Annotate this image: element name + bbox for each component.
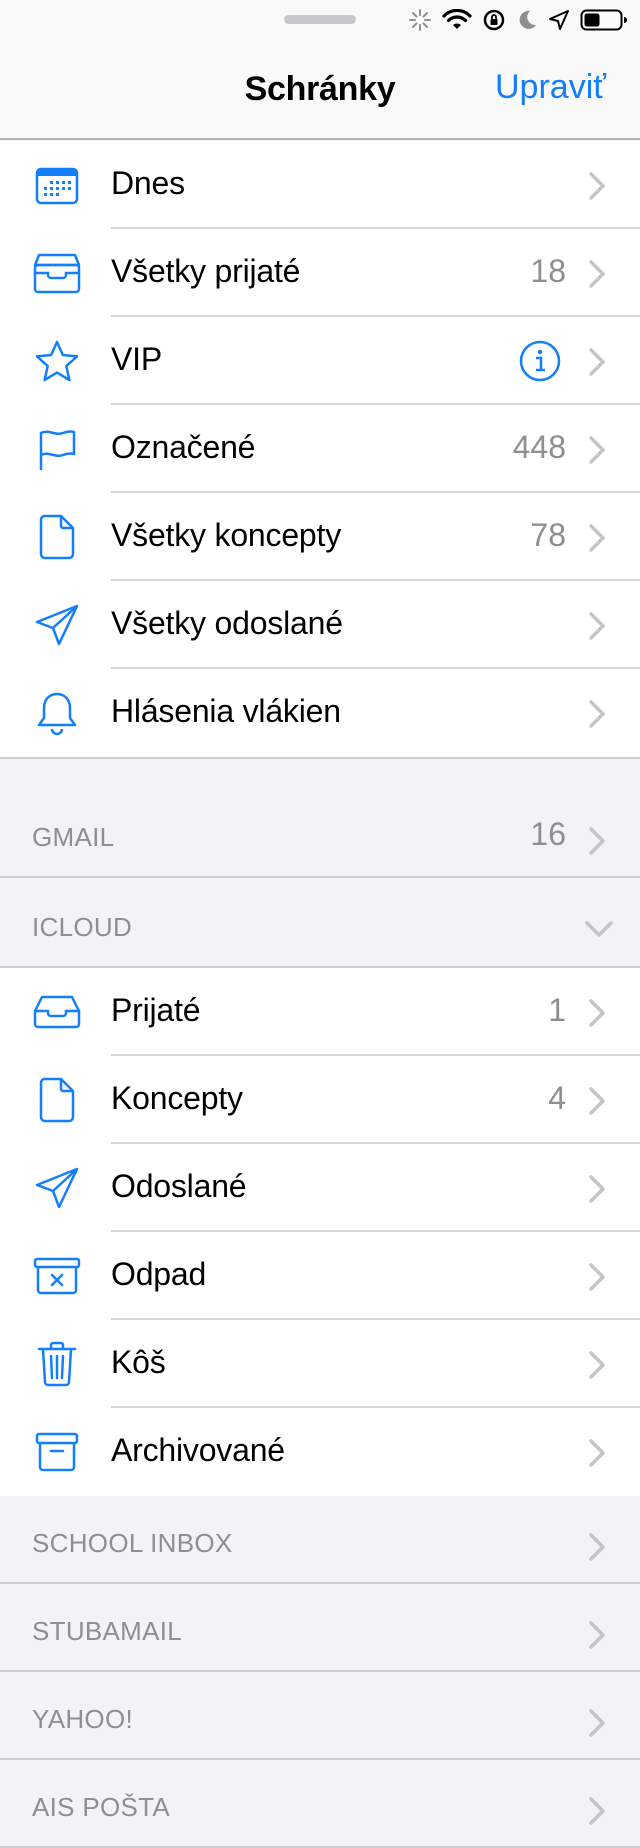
mailbox-row-all-drafts[interactable]: Všetky koncepty 78	[0, 493, 640, 581]
mailbox-row-flagged[interactable]: Označené 448	[0, 405, 640, 493]
mailbox-row-drafts[interactable]: Koncepty 4	[0, 1056, 640, 1144]
mailbox-label: Dnes	[111, 165, 185, 201]
info-icon[interactable]	[518, 339, 562, 383]
unread-count: 4	[548, 1080, 566, 1116]
mailbox-label: VIP	[111, 341, 162, 377]
mailbox-label: Hlásenia vlákien	[111, 693, 341, 729]
chevron-right-icon	[589, 1175, 605, 1203]
mailbox-label: Archivované	[111, 1432, 285, 1468]
mailbox-row-archive[interactable]: Archivované	[0, 1408, 640, 1496]
mailbox-label: Odoslané	[111, 1168, 247, 1204]
document-icon	[32, 1076, 82, 1124]
paper-plane-icon	[32, 601, 82, 649]
mailbox-label: Všetky koncepty	[111, 517, 342, 553]
account-unread-count: 16	[530, 816, 566, 852]
star-icon	[32, 337, 82, 385]
junk-box-icon	[32, 1252, 82, 1300]
account-label: STUBAMAIL	[32, 1616, 183, 1646]
mailboxes-screen: Schránky Upraviť Dnes Všetky prijaté 18 …	[0, 0, 640, 1848]
chevron-right-icon	[589, 1709, 605, 1737]
calendar-icon	[32, 161, 82, 209]
orientation-lock-icon	[483, 9, 505, 31]
status-icons	[408, 6, 628, 34]
flag-icon	[32, 425, 82, 473]
archive-box-icon	[32, 1428, 82, 1476]
chevron-right-icon	[589, 348, 605, 376]
chevron-right-icon	[589, 1439, 605, 1467]
chevron-right-icon	[589, 1533, 605, 1561]
chevron-right-icon	[589, 612, 605, 640]
chevron-right-icon	[589, 260, 605, 288]
mailbox-label: Odpad	[111, 1256, 207, 1292]
mailbox-row-today[interactable]: Dnes	[0, 141, 640, 229]
status-bar	[0, 0, 640, 40]
account-label: AIS POŠTA	[32, 1792, 171, 1822]
inbox-tray-icon	[32, 249, 82, 297]
mailbox-row-thread-notifications[interactable]: Hlásenia vlákien	[0, 669, 640, 757]
chevron-right-icon	[589, 436, 605, 464]
edit-button[interactable]: Upraviť	[495, 68, 606, 107]
chevron-right-icon	[589, 1263, 605, 1291]
account-label: GMAIL	[32, 822, 115, 852]
mailbox-label: Všetky prijaté	[111, 253, 301, 289]
mailbox-row-trash[interactable]: Kôš	[0, 1320, 640, 1408]
mailbox-label: Všetky odoslané	[111, 605, 343, 641]
mailbox-label: Koncepty	[111, 1080, 243, 1116]
wifi-icon	[442, 9, 472, 29]
moon-icon	[519, 10, 536, 29]
document-icon	[32, 513, 82, 561]
mailbox-row-vip[interactable]: VIP	[0, 317, 640, 405]
inbox-icon	[32, 988, 82, 1036]
mailbox-label: Kôš	[111, 1344, 166, 1380]
chevron-right-icon	[589, 1351, 605, 1379]
account-label: YAHOO!	[32, 1704, 134, 1734]
account-section-icloud[interactable]: ICLOUD	[0, 880, 640, 968]
battery-icon	[580, 9, 627, 31]
navigation-bar: Schránky Upraviť	[0, 40, 640, 140]
mailbox-row-all-sent[interactable]: Všetky odoslané	[0, 581, 640, 669]
unread-count: 448	[512, 429, 566, 465]
mailbox-row-sent[interactable]: Odoslané	[0, 1144, 640, 1232]
bell-icon	[32, 689, 82, 737]
unread-count: 1	[548, 992, 566, 1028]
unread-count: 78	[530, 517, 566, 553]
account-label: SCHOOL INBOX	[32, 1528, 233, 1558]
chevron-right-icon	[589, 1797, 605, 1825]
chevron-right-icon	[589, 1087, 605, 1115]
account-section-stubamail[interactable]: STUBAMAIL	[0, 1584, 640, 1672]
chevron-right-icon	[589, 700, 605, 728]
icloud-mailboxes-list: Prijaté 1 Koncepty 4 Odoslané Odpad Kôš …	[0, 968, 640, 1498]
mailbox-label: Označené	[111, 429, 256, 465]
trash-icon	[32, 1340, 82, 1388]
activity-spinner-icon	[409, 9, 431, 31]
account-section-gmail[interactable]: GMAIL 16	[0, 790, 640, 878]
account-label: ICLOUD	[32, 912, 133, 942]
chevron-right-icon	[589, 999, 605, 1027]
chevron-down-icon	[585, 921, 613, 937]
mailbox-row-junk[interactable]: Odpad	[0, 1232, 640, 1320]
chevron-right-icon	[589, 524, 605, 552]
account-section-ais-posta[interactable]: AIS POŠTA	[0, 1760, 640, 1848]
account-section-school-inbox[interactable]: SCHOOL INBOX	[0, 1496, 640, 1584]
location-arrow-icon	[549, 10, 569, 30]
sheet-grabber[interactable]	[284, 15, 356, 24]
smart-mailboxes-list: Dnes Všetky prijaté 18 VIP Označené 448 …	[0, 141, 640, 759]
chevron-right-icon	[589, 172, 605, 200]
chevron-right-icon	[589, 827, 605, 855]
unread-count: 18	[530, 253, 566, 289]
mailbox-row-all-inboxes[interactable]: Všetky prijaté 18	[0, 229, 640, 317]
account-section-yahoo[interactable]: YAHOO!	[0, 1672, 640, 1760]
paper-plane-icon	[32, 1164, 82, 1212]
chevron-right-icon	[589, 1621, 605, 1649]
mailbox-row-inbox[interactable]: Prijaté 1	[0, 968, 640, 1056]
mailbox-label: Prijaté	[111, 992, 201, 1028]
